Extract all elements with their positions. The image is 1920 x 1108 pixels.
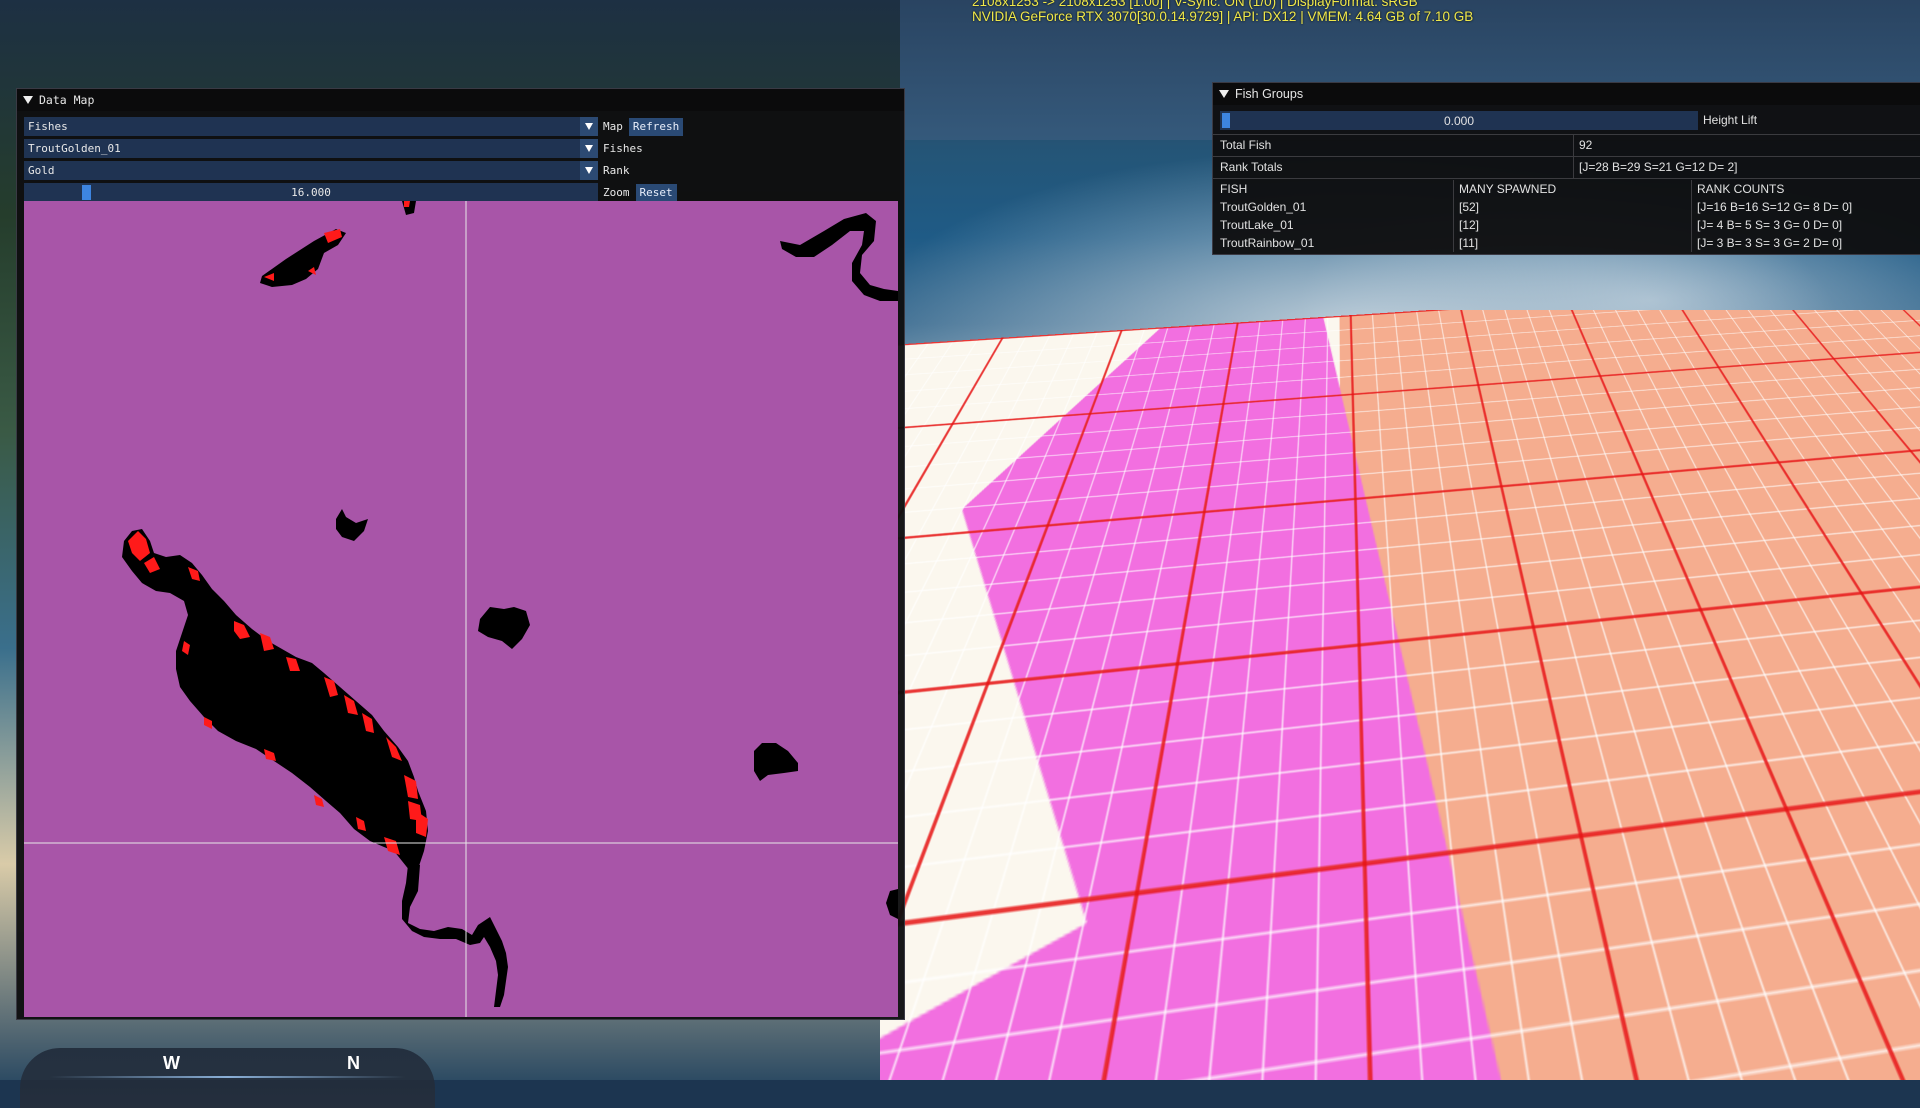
chevron-down-icon xyxy=(585,123,593,130)
refresh-button[interactable]: Refresh xyxy=(628,117,684,136)
zoom-slider[interactable]: 16.000 xyxy=(24,183,598,202)
performance-overlay: 2108x1253 -> 2108x1253 [1.00] | V-Sync: … xyxy=(972,0,1473,24)
fish-groups-title: Fish Groups xyxy=(1235,87,1304,101)
data-map-title: Data Map xyxy=(39,93,95,107)
compass-bar: W N xyxy=(20,1048,435,1108)
water-body xyxy=(886,889,898,919)
map-row: Fishes Map Refresh xyxy=(24,117,684,136)
fish-table-header: FISH MANY SPAWNED RANK COUNTS xyxy=(1213,182,1920,200)
water-body xyxy=(780,213,898,301)
logo-the-angler: theANGLER xyxy=(1606,963,1869,1016)
game-logo: CALL OF THE WILD theANGLER TM DEVELOPER … xyxy=(1522,936,1902,1066)
water-body xyxy=(336,509,368,541)
compass-north: N xyxy=(347,1053,360,1073)
perf-line-2: NVIDIA GeForce RTX 3070[30.0.14.9729] | … xyxy=(972,9,1474,24)
data-map-title-bar[interactable]: Data Map xyxy=(17,89,904,111)
fish-name: TroutRainbow_01 xyxy=(1220,236,1315,250)
summary-value: [J=28 B=29 S=21 G=12 D= 2] xyxy=(1579,160,1738,174)
map-combo-arrow[interactable] xyxy=(580,117,598,136)
fish-rank-counts: [J=16 B=16 S=12 G= 8 D= 0] xyxy=(1697,200,1853,214)
water-body xyxy=(754,743,798,781)
table-row[interactable]: TroutGolden_01 [52] [J=16 B=16 S=12 G= 8… xyxy=(1213,200,1920,218)
fishes-combo-label: Fishes xyxy=(603,142,643,155)
developer-monitor-icon xyxy=(1612,1024,1650,1056)
data-map-view[interactable] xyxy=(24,201,898,1017)
fish-rank-counts: [J= 4 B= 5 S= 3 G= 0 D= 0] xyxy=(1697,218,1843,232)
map-combo[interactable]: Fishes xyxy=(24,117,598,136)
main-lake xyxy=(122,529,428,871)
fish-spawned: [52] xyxy=(1459,200,1480,214)
height-lift-slider-grab[interactable] xyxy=(1222,113,1230,128)
grid-red-lines xyxy=(880,310,1920,371)
chevron-down-icon xyxy=(585,145,593,152)
fish-name: TroutLake_01 xyxy=(1220,218,1294,232)
fishes-combo-arrow[interactable] xyxy=(580,139,598,158)
water-body xyxy=(402,865,508,1007)
fish-spawned: [11] xyxy=(1459,236,1479,250)
fish-spawned: [12] xyxy=(1459,218,1480,232)
summary-label: Total Fish xyxy=(1220,138,1272,152)
fish-groups-title-bar[interactable]: Fish Groups xyxy=(1213,83,1920,105)
table-row[interactable]: TroutRainbow_01 [11] [J= 3 B= 3 S= 3 G= … xyxy=(1213,236,1920,254)
chevron-down-icon xyxy=(585,167,593,174)
reset-button[interactable]: Reset xyxy=(635,183,677,202)
fishes-combo-value: TroutGolden_01 xyxy=(28,142,121,155)
summary-label: Rank Totals xyxy=(1220,160,1283,174)
height-lift-value: 0.000 xyxy=(1443,113,1475,128)
zoom-slider-grab[interactable] xyxy=(82,185,92,200)
collapse-triangle-icon[interactable] xyxy=(23,96,33,104)
zoom-slider-value: 16.000 xyxy=(291,186,331,199)
column-header-rank-counts: RANK COUNTS xyxy=(1697,182,1785,196)
fish-name: TroutGolden_01 xyxy=(1220,200,1307,214)
summary-row: Rank Totals [J=28 B=29 S=21 G=12 D= 2] xyxy=(1213,156,1920,178)
collapse-triangle-icon[interactable] xyxy=(1219,90,1229,98)
fishes-row: TroutGolden_01 Fishes xyxy=(24,139,643,158)
fish-rank-counts: [J= 3 B= 3 S= 3 G= 2 D= 0] xyxy=(1697,236,1843,250)
rank-combo-value: Gold xyxy=(28,164,55,177)
compass-west: W xyxy=(163,1053,180,1073)
map-combo-label: Map xyxy=(603,120,623,133)
data-map-window: Data Map Fishes Map Refresh TroutGolden_… xyxy=(16,88,905,1020)
rank-combo-label: Rank xyxy=(603,164,630,177)
zoom-row: 16.000 Zoom Reset xyxy=(24,183,677,202)
fish-groups-window: Fish Groups 0.000 Height Lift Total Fish… xyxy=(1212,82,1920,255)
perf-line-1: 2108x1253 -> 2108x1253 [1.00] | V-Sync: … xyxy=(972,0,1418,9)
data-map-canvas xyxy=(24,201,898,1017)
fishes-combo[interactable]: TroutGolden_01 xyxy=(24,139,598,158)
summary-value: 92 xyxy=(1579,138,1593,152)
map-combo-value: Fishes xyxy=(28,120,68,133)
zoom-slider-label: Zoom xyxy=(603,186,630,199)
table-row[interactable]: TroutLake_01 [12] [J= 4 B= 5 S= 3 G= 0 D… xyxy=(1213,218,1920,236)
height-lift-slider[interactable]: 0.000 xyxy=(1220,111,1698,130)
column-header-fish: FISH xyxy=(1220,182,1248,196)
rank-row: Gold Rank xyxy=(24,161,630,180)
logo-trademark: TM xyxy=(1886,970,1902,982)
summary-row: Total Fish 92 xyxy=(1213,134,1920,156)
developer-build-badge: DEVELOPER BUILD xyxy=(1658,1017,1826,1064)
column-separator xyxy=(1573,134,1574,178)
height-lift-label: Height Lift xyxy=(1703,113,1758,127)
table-divider xyxy=(1213,178,1920,179)
fish-logo-icon xyxy=(1522,936,1594,1008)
column-header-spawned: MANY SPAWNED xyxy=(1459,182,1557,196)
highlight-spot xyxy=(404,201,410,207)
compass-line xyxy=(50,1076,405,1078)
rank-combo[interactable]: Gold xyxy=(24,161,598,180)
water-body xyxy=(478,607,530,649)
rank-combo-arrow[interactable] xyxy=(580,161,598,180)
